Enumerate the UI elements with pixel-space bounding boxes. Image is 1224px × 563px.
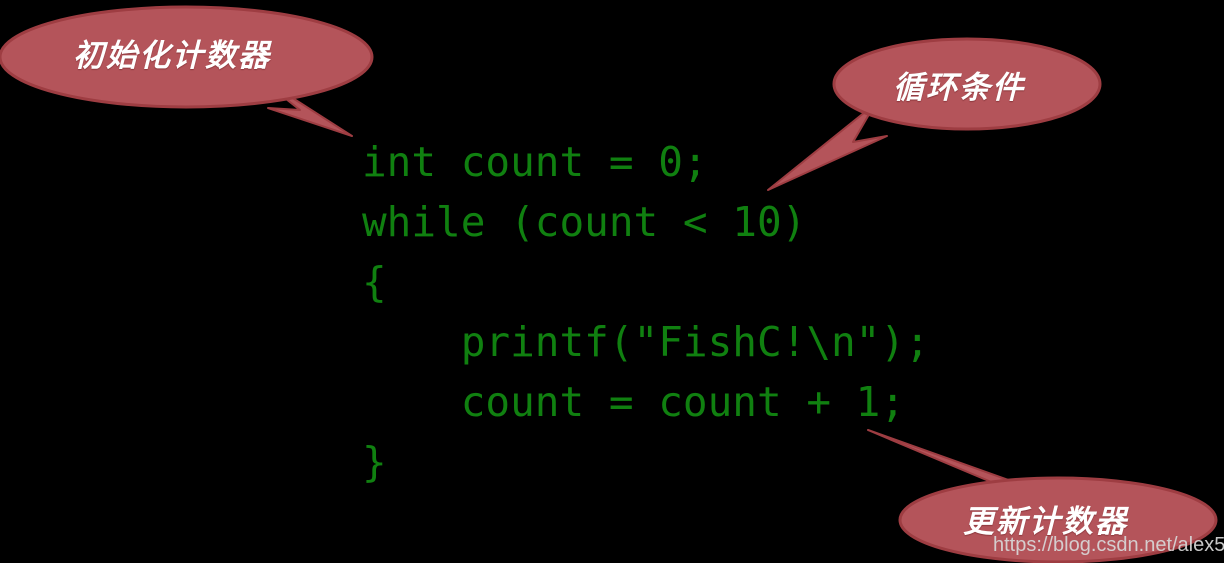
code-line-2: while (count < 10) bbox=[362, 198, 807, 246]
code-line-5: count = count + 1; bbox=[362, 378, 906, 426]
watermark-url: https://blog.csdn.net/alex5153 bbox=[993, 534, 1224, 556]
callout-label-condition: 循环条件 bbox=[893, 70, 1025, 106]
code-line-6: } bbox=[362, 438, 387, 486]
callout-label-init: 初始化计数器 bbox=[73, 38, 271, 74]
code-line-1: int count = 0; bbox=[362, 138, 708, 186]
code-line-3: { bbox=[362, 258, 387, 306]
callout-bubble-init[interactable] bbox=[0, 0, 400, 150]
code-snippet: int count = 0; while (count < 10) { printf… bbox=[362, 132, 930, 492]
code-line-4: printf("FishC!\n"); bbox=[362, 318, 930, 366]
diagram-canvas: 初始化计数器 循环条件 更新计数器 int count = 0; while (c… bbox=[0, 0, 1224, 563]
